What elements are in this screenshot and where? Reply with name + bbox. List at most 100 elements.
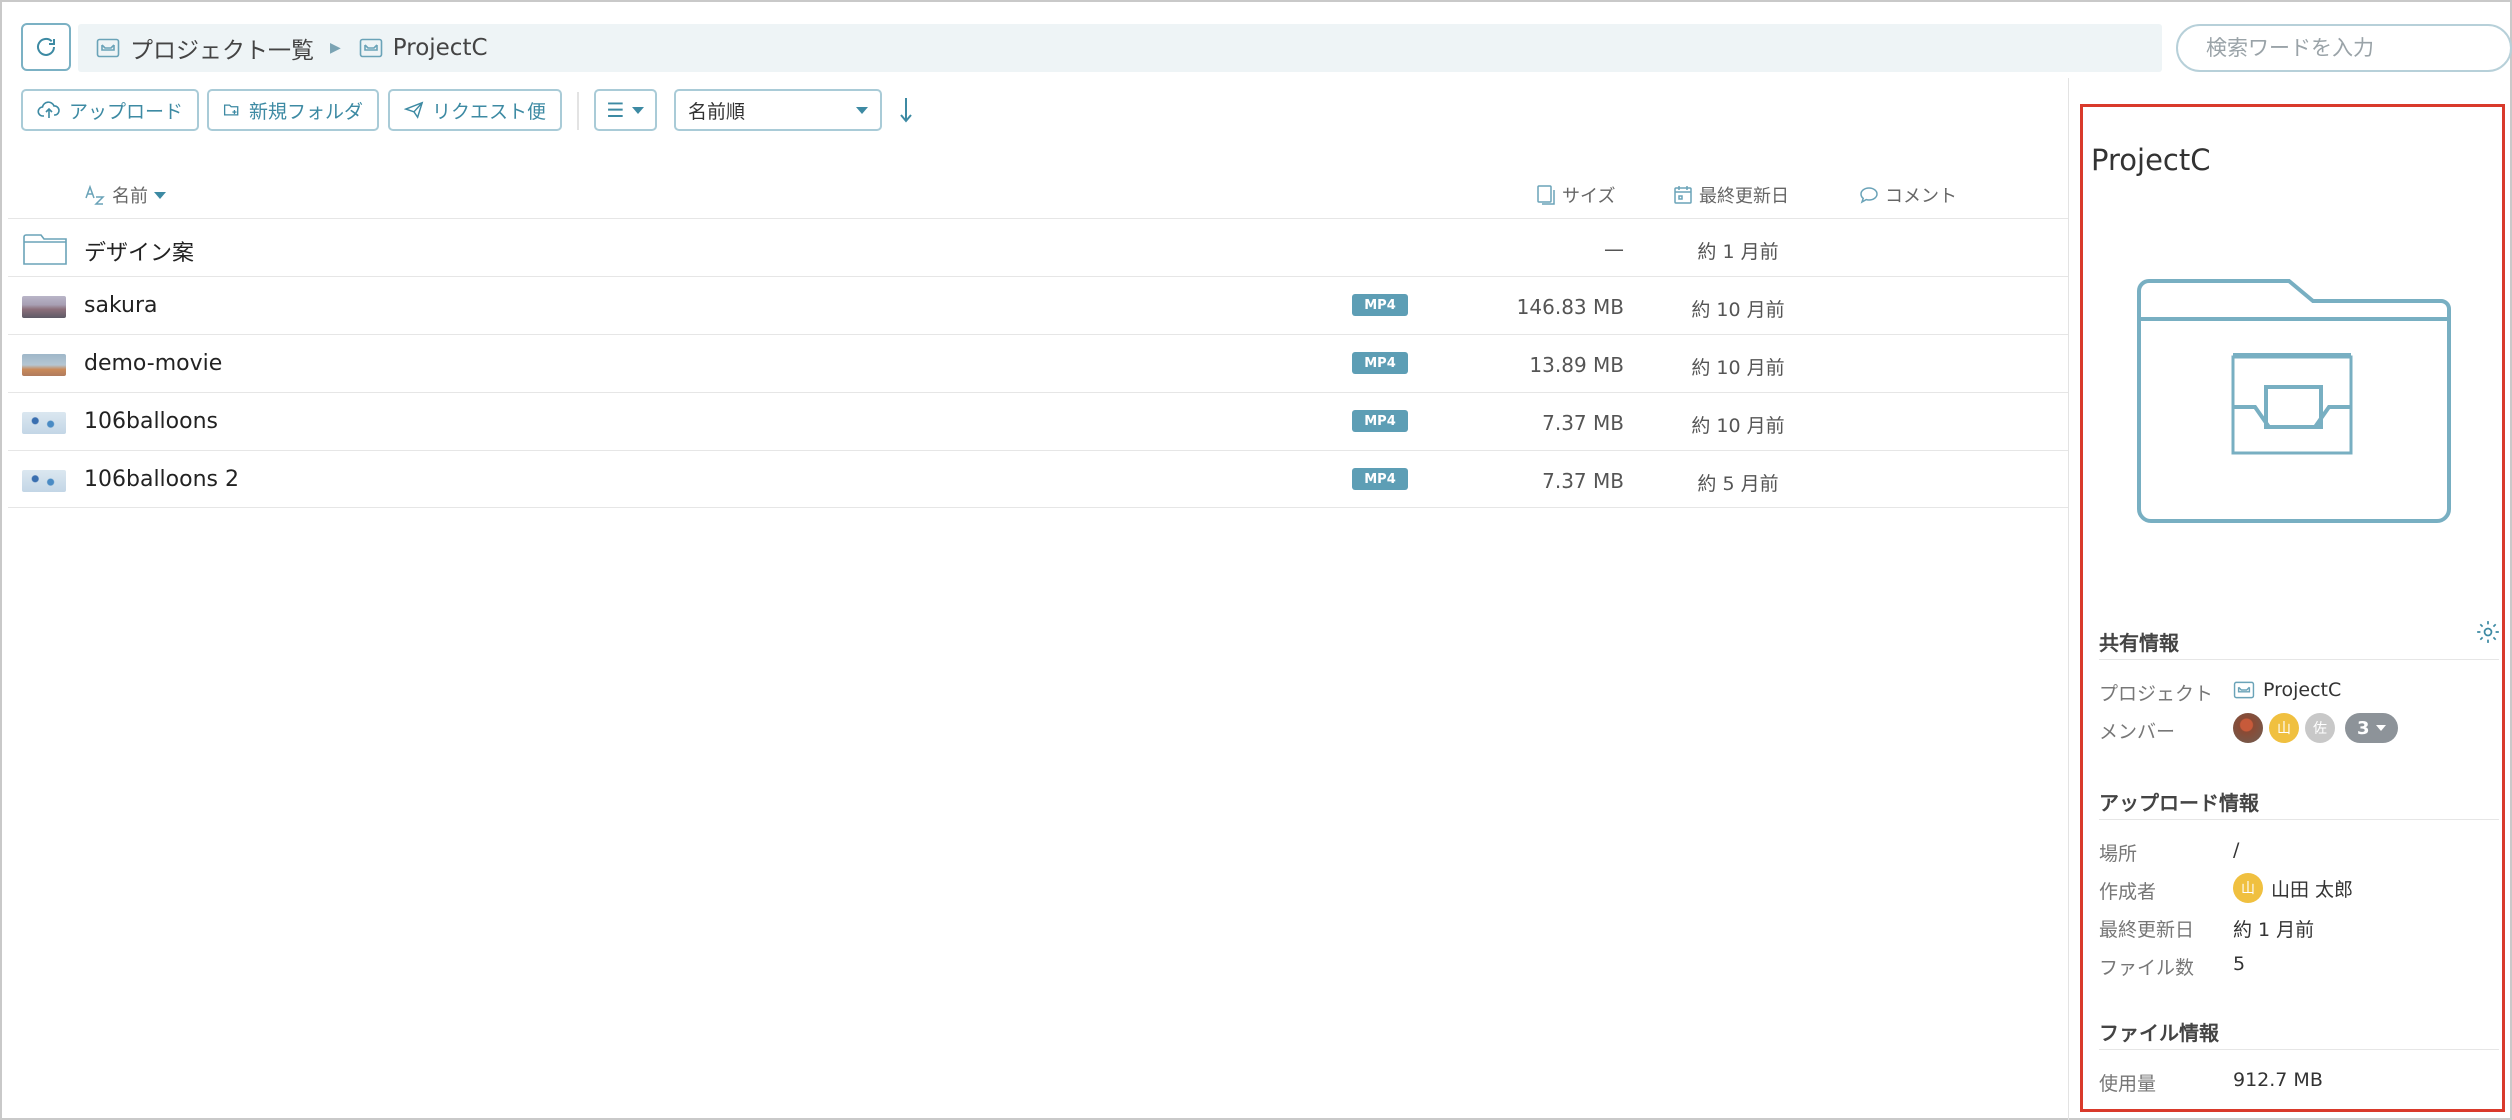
members-list[interactable]: 山 佐 3 — [2233, 713, 2398, 743]
project-icon — [2233, 681, 2255, 699]
file-type-badge: MP4 — [1352, 410, 1408, 432]
upload-section-title: アップロード情報 — [2099, 791, 2259, 815]
file-modified: 約 5 月前 — [1697, 473, 1779, 495]
project-label: プロジェクト — [2099, 683, 2214, 705]
avatar — [2233, 713, 2263, 743]
usage-value: 912.7 MB — [2233, 1069, 2323, 1091]
video-thumbnail — [22, 470, 66, 492]
chevron-down-icon — [856, 106, 868, 114]
usage-label: 使用量 — [2099, 1073, 2157, 1095]
app-window: プロジェクト一覧 ▶ ProjectC アップロード 新規フォルダ リクエスト便… — [0, 0, 2512, 1120]
avatar: 山 — [2233, 873, 2263, 903]
file-name: 106balloons 2 — [84, 467, 239, 492]
toolbar-divider — [577, 92, 579, 130]
section-divider — [2099, 819, 2499, 820]
more-members-button[interactable]: 3 — [2345, 713, 2398, 743]
project-name: ProjectC — [2263, 679, 2342, 701]
project-value[interactable]: ProjectC — [2233, 679, 2341, 701]
project-icon — [96, 38, 120, 58]
column-modified-label: 最終更新日 — [1699, 186, 1789, 207]
column-size-header[interactable]: サイズ — [1536, 182, 1615, 208]
folder-icon — [23, 234, 67, 265]
file-row-folder[interactable]: デザイン案 — 約 1 月前 — [8, 218, 2068, 276]
column-size-label: サイズ — [1562, 186, 1616, 207]
file-count-label: ファイル数 — [2099, 957, 2195, 979]
calendar-icon — [1674, 186, 1692, 204]
file-row[interactable]: 106balloons MP4 7.37 MB 約 10 月前 — [8, 392, 2068, 450]
section-divider — [2099, 659, 2499, 660]
file-name: 106balloons — [84, 409, 218, 434]
file-row[interactable]: sakura MP4 146.83 MB 約 10 月前 — [8, 276, 2068, 334]
request-button[interactable]: リクエスト便 — [388, 89, 562, 131]
column-comment-header[interactable]: コメント — [1859, 182, 1957, 208]
video-thumbnail — [22, 354, 66, 376]
file-count-value: 5 — [2233, 953, 2246, 975]
gear-icon[interactable] — [2475, 619, 2501, 645]
refresh-button[interactable] — [21, 23, 71, 71]
sort-select-value: 名前順 — [688, 100, 746, 123]
location-label: 場所 — [2099, 843, 2138, 865]
chevron-down-icon — [154, 191, 166, 199]
modified-label: 最終更新日 — [2099, 919, 2195, 941]
new-folder-label: 新規フォルダ — [248, 100, 363, 123]
upload-button[interactable]: アップロード — [21, 89, 199, 131]
breadcrumb-label: ProjectC — [392, 35, 488, 61]
chevron-down-icon — [632, 106, 645, 114]
breadcrumb-project-list[interactable]: プロジェクト一覧 — [96, 31, 314, 65]
chevron-down-icon — [2375, 725, 2386, 731]
more-members-count: 3 — [2357, 717, 2370, 739]
file-size: 7.37 MB — [1542, 469, 1624, 493]
file-type-badge: MP4 — [1352, 294, 1408, 316]
breadcrumb-current[interactable]: ProjectC — [359, 35, 488, 61]
file-size: 146.83 MB — [1516, 295, 1624, 319]
comment-icon — [1860, 187, 1878, 204]
sort-direction-button[interactable] — [894, 96, 918, 128]
creator-label: 作成者 — [2099, 881, 2157, 903]
sharing-section-title: 共有情報 — [2099, 631, 2179, 655]
new-folder-button[interactable]: 新規フォルダ — [207, 89, 379, 131]
column-modified-header[interactable]: 最終更新日 — [1673, 182, 1789, 208]
list-icon: ☰ — [606, 98, 625, 122]
file-size: — — [1604, 237, 1624, 261]
file-row[interactable]: 106balloons 2 MP4 7.37 MB 約 5 月前 — [8, 450, 2068, 508]
file-size: 7.37 MB — [1542, 411, 1624, 435]
sort-select[interactable]: 名前順 — [674, 89, 882, 131]
sort-alpha-icon — [85, 184, 105, 205]
file-modified: 約 10 月前 — [1691, 415, 1785, 437]
breadcrumb: プロジェクト一覧 ▶ ProjectC — [78, 24, 2162, 72]
file-modified: 約 10 月前 — [1691, 299, 1785, 321]
file-row[interactable]: demo-movie MP4 13.89 MB 約 10 月前 — [8, 334, 2068, 392]
members-label: メンバー — [2099, 721, 2176, 743]
new-folder-icon — [223, 104, 239, 116]
upload-label: アップロード — [68, 100, 183, 123]
file-type-badge: MP4 — [1352, 352, 1408, 374]
section-divider — [2099, 1049, 2499, 1050]
file-name: sakura — [84, 293, 158, 318]
refresh-icon — [37, 37, 55, 56]
column-name-label: 名前 — [112, 186, 148, 207]
paper-plane-icon — [404, 101, 424, 119]
breadcrumb-label: プロジェクト一覧 — [130, 38, 314, 64]
file-type-badge: MP4 — [1352, 468, 1408, 490]
detail-title: ProjectC — [2091, 143, 2211, 177]
modified-value: 約 1 月前 — [2233, 919, 2315, 941]
video-thumbnail — [22, 412, 66, 434]
file-modified: 約 10 月前 — [1691, 357, 1785, 379]
creator-value: 山 山田 太郎 — [2233, 873, 2353, 903]
avatar: 佐 — [2305, 713, 2335, 743]
breadcrumb-separator-icon: ▶ — [330, 40, 341, 56]
creator-name: 山田 太郎 — [2271, 878, 2354, 901]
file-name: demo-movie — [84, 351, 223, 376]
project-icon — [359, 38, 383, 58]
request-label: リクエスト便 — [431, 100, 546, 123]
file-size-icon — [1537, 185, 1555, 205]
file-modified: 約 1 月前 — [1697, 241, 1779, 263]
view-toggle-button[interactable]: ☰ — [594, 89, 657, 131]
file-info-section-title: ファイル情報 — [2099, 1021, 2219, 1045]
upload-cloud-icon — [37, 101, 60, 118]
detail-panel: ProjectC 共有情報 プロジェクト ProjectC メンバー 山 佐 3… — [2080, 104, 2505, 1112]
arrow-down-icon — [900, 98, 912, 123]
column-name-header[interactable]: 名前 — [84, 182, 166, 208]
list-header: 名前 サイズ 最終更新日 コメント — [2, 162, 2068, 220]
search-input[interactable] — [2176, 24, 2512, 72]
